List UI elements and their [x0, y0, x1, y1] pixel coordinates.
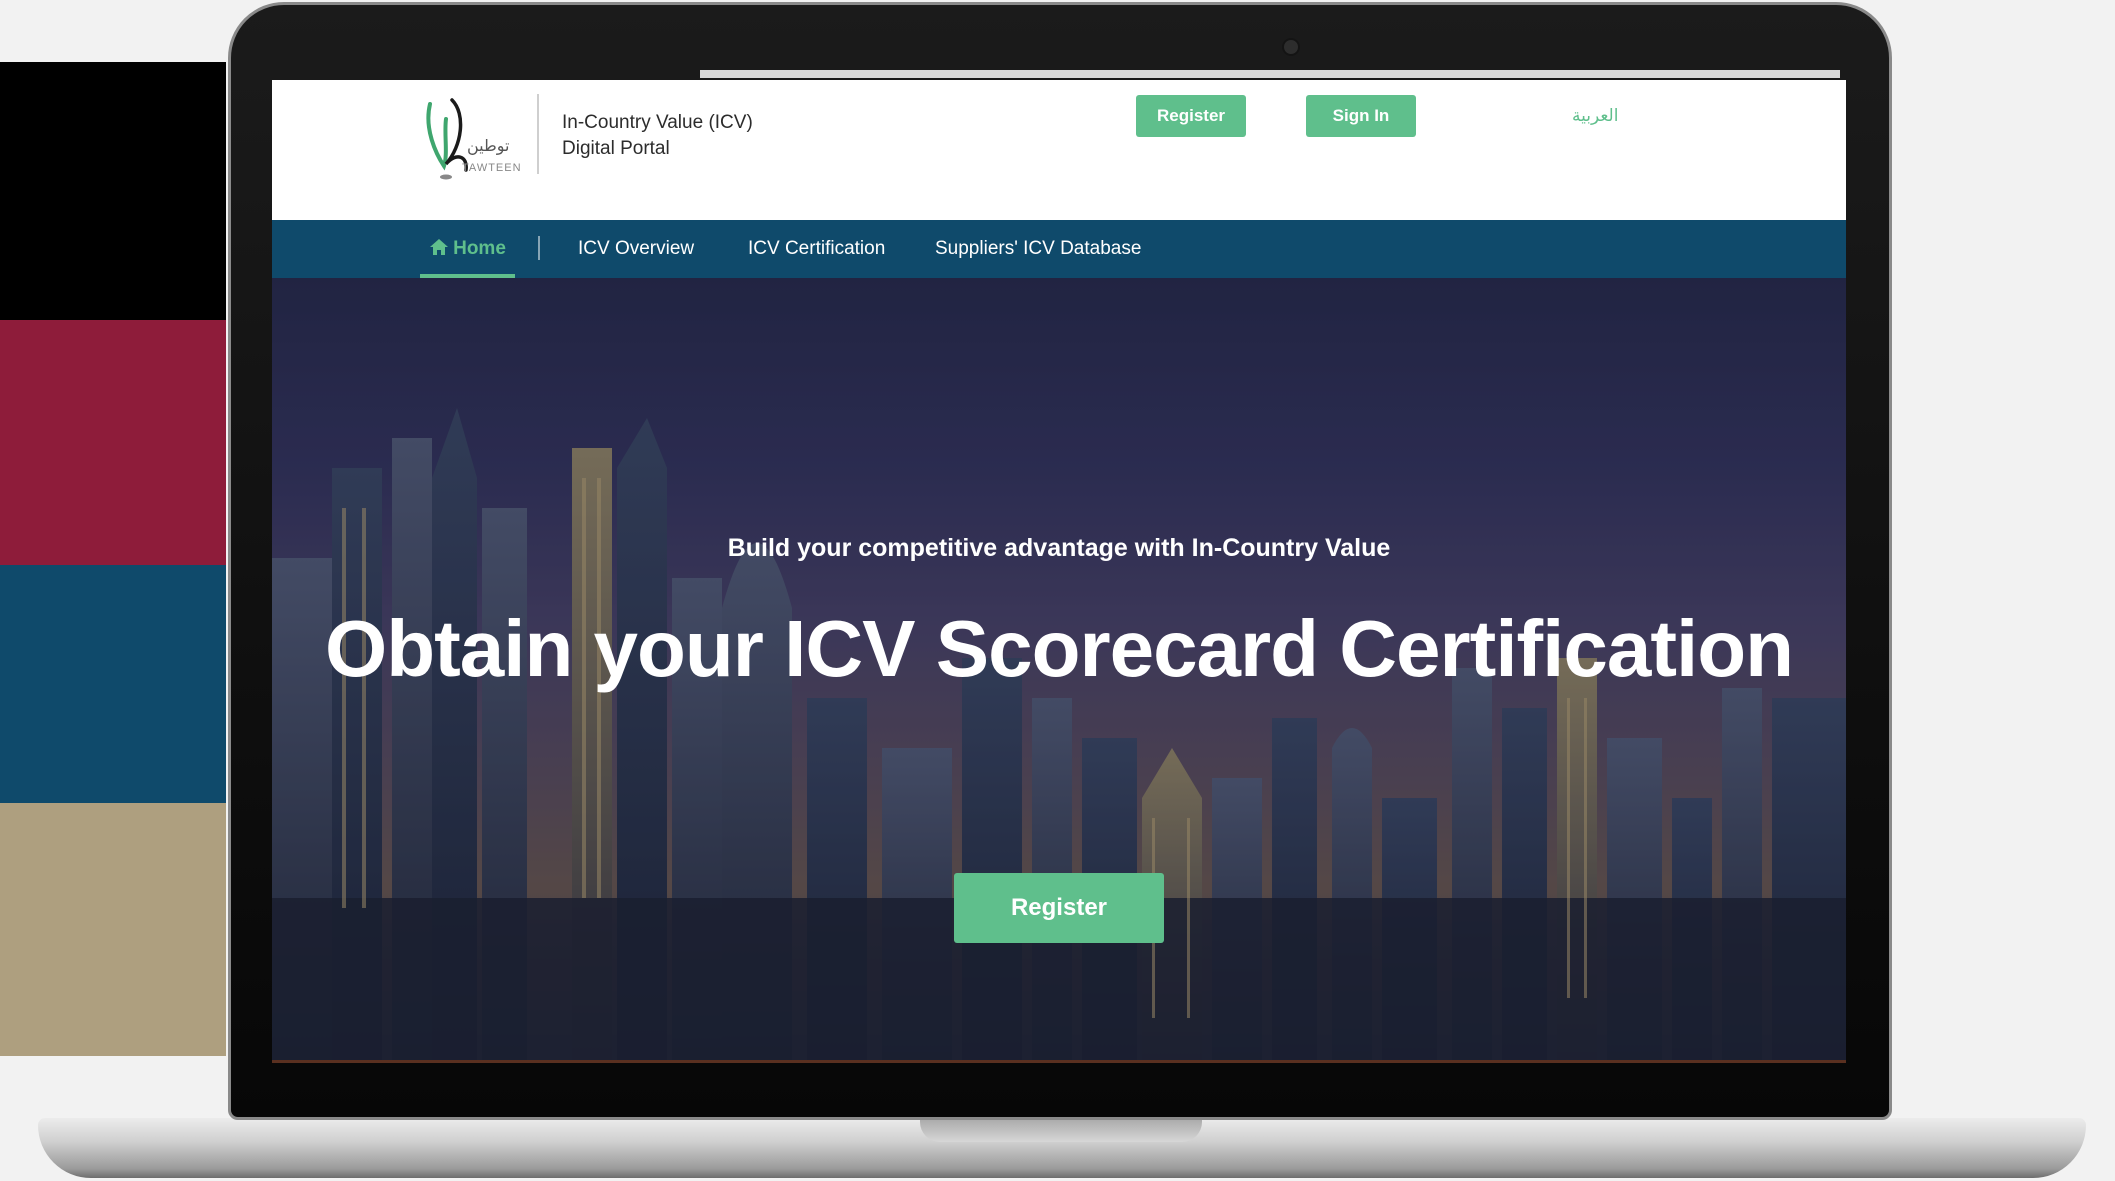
main-navbar: Home ICV Overview ICV Certification Supp…	[272, 220, 1846, 278]
color-swatch-tan	[0, 803, 226, 1056]
hero-title: Obtain your ICV Scorecard Certification	[325, 604, 1794, 693]
logo-arabic-text: توطين	[467, 136, 510, 155]
nav-item-icv-overview[interactable]: ICV Overview	[578, 220, 694, 278]
hero-subtitle: Build your competitive advantage with In…	[727, 534, 1391, 562]
header-divider	[537, 94, 539, 174]
color-swatch-crimson	[0, 320, 226, 565]
language-toggle-link[interactable]: العربية	[1572, 106, 1618, 126]
nav-item-icv-certification[interactable]: ICV Certification	[748, 220, 885, 278]
nav-item-suppliers-database[interactable]: Suppliers' ICV Database	[935, 220, 1141, 278]
site-header: توطين TAWTEEN In-Country Value (ICV) Dig…	[272, 80, 1846, 220]
color-swatch-black	[0, 62, 226, 320]
laptop-notch	[920, 1118, 1202, 1142]
screen-top-edge	[700, 70, 1840, 78]
hero-register-button[interactable]: Register	[954, 873, 1164, 943]
portal-title: In-Country Value (ICV) Digital Portal	[562, 110, 753, 162]
portal-title-line2: Digital Portal	[562, 138, 670, 159]
nav-item-home[interactable]: Home	[420, 220, 515, 278]
home-icon	[430, 239, 449, 255]
screen-bottom-edge	[272, 1060, 1846, 1063]
color-swatch-navy	[0, 565, 226, 803]
nav-item-home-label: Home	[453, 238, 506, 259]
sign-in-button[interactable]: Sign In	[1306, 95, 1416, 137]
register-button[interactable]: Register	[1136, 95, 1246, 137]
hero-banner: Build your competitive advantage with In…	[272, 278, 1846, 1060]
nav-separator	[538, 236, 540, 260]
logo-latin-text: TAWTEEN	[462, 162, 522, 174]
camera-icon	[1282, 38, 1300, 56]
laptop-screen: توطين TAWTEEN In-Country Value (ICV) Dig…	[272, 80, 1846, 1060]
portal-title-line1: In-Country Value (ICV)	[562, 112, 753, 133]
